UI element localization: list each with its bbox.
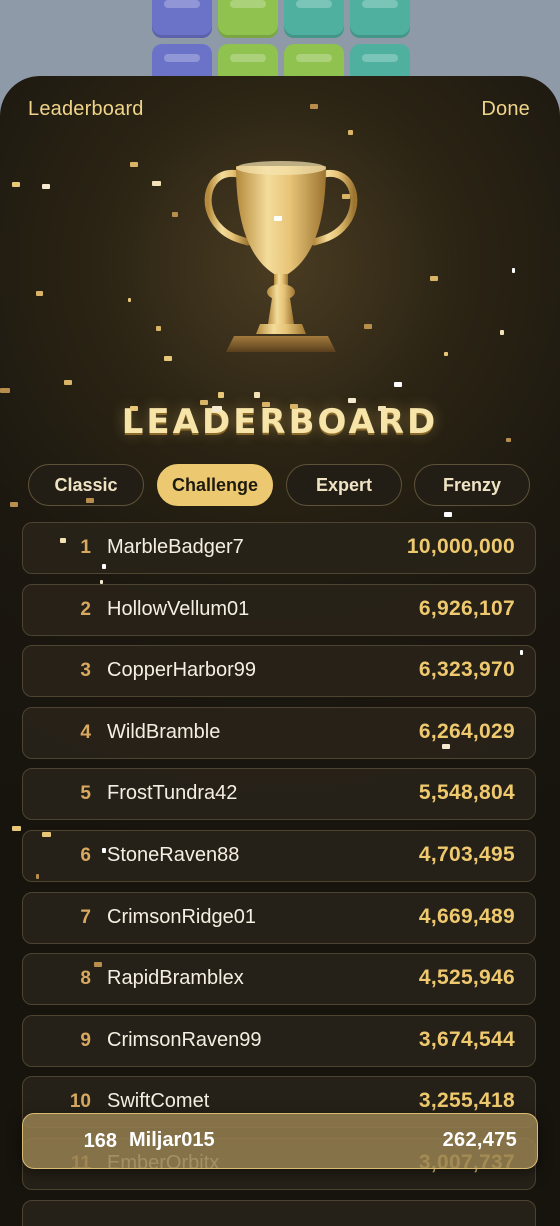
row-score: 3,255,418 <box>418 1089 515 1113</box>
leaderboard-row[interactable]: 4 WildBramble 6,264,029 <box>22 706 536 759</box>
game-tile <box>218 0 278 38</box>
row-player-name: StoneRaven88 <box>107 844 240 866</box>
row-rank: 2 <box>80 598 91 620</box>
current-user-rank: 168 <box>83 1130 117 1152</box>
row-player-name: FrostTundra42 <box>107 782 238 805</box>
row-player-name: CrimsonRidge01 <box>107 905 256 928</box>
tab-frenzy[interactable]: Frenzy <box>414 464 530 506</box>
leaderboard-row[interactable]: 1 MarbleBadger7 10,000,000 <box>22 522 536 574</box>
leaderboard-header-title: Leaderboard <box>28 98 144 120</box>
row-player-name: RapidBramblex <box>107 967 244 990</box>
row-score: 6,264,029 <box>418 719 515 743</box>
leaderboard-sheet: Leaderboard Done LEADERBOARD Classic Cha… <box>0 76 560 1226</box>
tab-challenge[interactable]: Challenge <box>157 464 273 506</box>
row-score: 5,548,804 <box>418 781 515 805</box>
row-player-name: WildBramble <box>107 720 221 743</box>
leaderboard-row[interactable]: 7 CrimsonRidge01 4,669,489 <box>22 891 536 944</box>
row-rank: 10 <box>69 1091 91 1113</box>
leaderboard-banner-title: LEADERBOARD <box>121 402 439 442</box>
current-user-score: 262,475 <box>442 1129 517 1151</box>
row-rank: 4 <box>80 721 91 743</box>
game-tile <box>152 0 212 38</box>
row-rank: 9 <box>80 1029 91 1051</box>
row-score: 6,926,107 <box>418 596 515 620</box>
row-player-name: MarbleBadger7 <box>107 536 244 558</box>
leaderboard-row[interactable]: 3 CopperHarbor99 6,323,970 <box>22 645 536 698</box>
mode-tabs: Classic Challenge Expert Frenzy <box>28 464 532 508</box>
row-score: 4,525,946 <box>418 966 515 990</box>
leaderboard-row[interactable]: 8 RapidBramblex 4,525,946 <box>22 953 536 1006</box>
tab-expert[interactable]: Expert <box>286 464 402 506</box>
row-rank: 8 <box>80 968 91 990</box>
leaderboard-row[interactable]: 6 StoneRaven88 4,703,495 <box>22 830 536 882</box>
leaderboard-row[interactable]: 5 FrostTundra42 5,548,804 <box>22 768 536 821</box>
current-user-name: Miljar015 <box>129 1129 215 1151</box>
row-player-name: CrimsonRaven99 <box>107 1028 262 1051</box>
row-score: 3,674,544 <box>418 1027 515 1051</box>
leaderboard-row[interactable]: 2 HollowVellum01 6,926,107 <box>22 583 536 636</box>
row-score: 4,703,495 <box>418 843 515 866</box>
trophy-icon <box>204 161 358 352</box>
row-player-name: CopperHarbor99 <box>107 659 256 682</box>
row-rank: 3 <box>80 660 91 682</box>
row-rank: 1 <box>80 537 91 558</box>
leaderboard-row[interactable]: 9 CrimsonRaven99 3,674,544 <box>22 1014 536 1067</box>
current-user-row[interactable]: 168 Miljar015 262,475 <box>22 1113 538 1169</box>
game-tile <box>350 0 410 38</box>
row-rank: 6 <box>80 845 91 866</box>
row-score: 6,323,970 <box>418 658 515 682</box>
row-rank: 7 <box>80 906 91 928</box>
row-score: 10,000,000 <box>406 535 515 558</box>
row-rank: 5 <box>80 783 91 805</box>
game-tile <box>284 0 344 38</box>
row-player-name: SwiftComet <box>107 1090 210 1113</box>
row-score: 4,669,489 <box>418 904 515 928</box>
done-button[interactable]: Done <box>481 98 530 121</box>
row-player-name: HollowVellum01 <box>107 597 250 620</box>
